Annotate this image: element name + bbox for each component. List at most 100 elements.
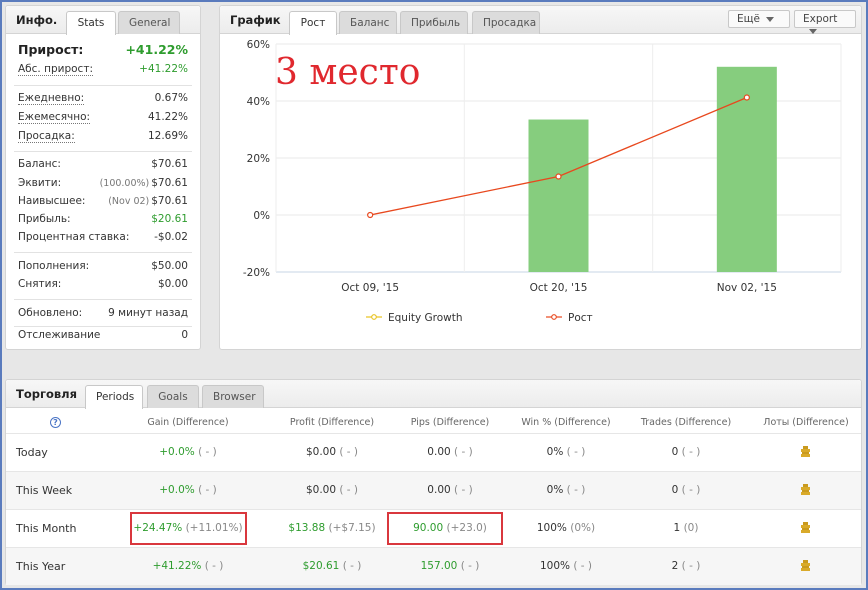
tab-growth[interactable]: Рост [289, 11, 337, 35]
cell-profit-diff: ( - ) [339, 484, 359, 496]
cell-trades: 1 (0) [626, 522, 746, 534]
cell-win-diff: ( - ) [566, 446, 586, 458]
cell-pips-value: 0.00 [427, 446, 451, 458]
stat-withdrawals: Снятия: $0.00 [18, 278, 188, 294]
lots-icon[interactable] [801, 560, 810, 571]
cell-trades-diff: ( - ) [681, 484, 701, 496]
stat-abs-gain: Абс. прирост: +41.22% [18, 63, 188, 79]
tab-browser[interactable]: Browser [202, 385, 264, 408]
tab-profit[interactable]: Прибыль [400, 11, 468, 34]
cell-pips-diff: ( - ) [454, 484, 473, 496]
cell-win: 0% ( - ) [506, 484, 626, 496]
export-dropdown[interactable]: Export [794, 10, 856, 34]
divider [14, 326, 192, 327]
stat-gain-label: Прирост: [18, 42, 84, 57]
stat-deposits: Пополнения: $50.00 [18, 260, 188, 276]
stat-interest: Процентная ставка: -$0.02 [18, 231, 188, 247]
tab-goals[interactable]: Goals [147, 385, 199, 408]
cell-profit-diff: (+$7.15) [328, 522, 376, 534]
stat-profit-value: $20.61 [151, 213, 188, 225]
cell-profit-diff: ( - ) [339, 446, 359, 458]
col-trades: Trades (Difference) [640, 417, 732, 428]
stat-profit-label: Прибыль: [18, 213, 71, 225]
stat-drawdown: Просадка: 12.69% [18, 130, 188, 146]
cell-trades-value: 0 [671, 484, 679, 496]
growth-point [743, 94, 750, 101]
export-label: Export [803, 13, 838, 25]
cell-trades-diff: ( - ) [681, 446, 701, 458]
growth-point [367, 211, 374, 219]
stat-equity-value: $70.61 [151, 177, 188, 189]
stat-monthly: Ежемесячно: 41.22% [18, 111, 188, 127]
growth-point [555, 173, 562, 180]
cell-gain: +0.0% ( - ) [128, 446, 248, 458]
tab-periods[interactable]: Periods [85, 385, 143, 409]
cell-profit-value: $0.00 [305, 446, 337, 458]
cell-win-value: 0% [546, 484, 564, 496]
more-dropdown[interactable]: Ещё [728, 10, 790, 28]
cell-profit: $0.00 ( - ) [272, 446, 392, 458]
info-panel: Инфо. Stats General Прирост: +41.22% Абс… [5, 5, 201, 350]
divider [14, 252, 192, 253]
cell-profit: $20.61 ( - ) [272, 560, 392, 572]
chevron-down-icon [809, 28, 817, 34]
row-period-name: This Month [16, 522, 77, 535]
stat-withdrawals-label: Снятия: [18, 278, 62, 290]
stat-updated-label: Обновлено: [18, 307, 83, 319]
y-tick-label: -20% [243, 267, 270, 279]
stat-deposits-label: Пополнения: [18, 260, 90, 272]
col-gain: Gain (Difference) [147, 417, 229, 428]
stat-interest-value: -$0.02 [154, 231, 188, 243]
stat-interest-label: Процентная ставка: [18, 231, 130, 243]
trading-panel-header: Торговля Periods Goals Browser [6, 380, 861, 409]
x-tick-label: Oct 09, '15 [341, 282, 399, 294]
stat-profit: Прибыль: $20.61 [18, 213, 188, 229]
x-tick-label: Nov 02, '15 [717, 282, 777, 294]
cell-profit-value: $20.61 [302, 560, 340, 572]
stat-monthly-value: 41.22% [147, 111, 188, 123]
stat-updated-value: 9 минут назад [108, 307, 188, 319]
cell-gain-diff: ( - ) [198, 446, 217, 458]
stat-updated: Обновлено: 9 минут назад [18, 307, 188, 323]
trading-panel: Торговля Periods Goals Browser ? Gain (D… [5, 379, 862, 585]
highlight-pips-month [387, 512, 503, 545]
cell-win-diff: ( - ) [566, 484, 586, 496]
lots-icon[interactable] [801, 484, 810, 495]
cell-trades-value: 2 [671, 560, 679, 572]
lots-icon[interactable] [801, 446, 810, 457]
stat-drawdown-label[interactable]: Просадка: [18, 130, 75, 143]
stat-daily-label[interactable]: Ежедневно: [18, 92, 85, 105]
cell-win: 0% ( - ) [506, 446, 626, 458]
cell-trades-diff: (0) [683, 522, 699, 534]
help-icon[interactable]: ? [50, 417, 61, 428]
row-period-name: Today [16, 446, 48, 459]
cell-win-value: 0% [546, 446, 564, 458]
cell-profit-value: $13.88 [288, 522, 326, 534]
legend-label: Equity Growth [388, 312, 463, 324]
stat-monthly-label[interactable]: Ежемесячно: [18, 111, 91, 124]
tab-stats[interactable]: Stats [66, 11, 116, 35]
lots-icon[interactable] [801, 522, 810, 533]
stat-balance-label: Баланс: [18, 158, 61, 170]
cell-profit: $0.00 ( - ) [272, 484, 392, 496]
cell-trades-value: 0 [671, 446, 679, 458]
cell-win: 100% (0%) [506, 522, 626, 534]
cell-profit-value: $0.00 [305, 484, 337, 496]
chevron-down-icon [765, 16, 774, 22]
legend-marker [371, 314, 377, 320]
stat-tracking-label: Отслеживание [18, 329, 101, 341]
tab-balance[interactable]: Баланс [339, 11, 397, 34]
stat-highest: Наивысшее: (Nov 02) $70.61 [18, 195, 188, 211]
tab-general[interactable]: General [118, 11, 180, 34]
tab-drawdown[interactable]: Просадка [472, 11, 540, 34]
legend-marker [551, 314, 557, 320]
divider [14, 151, 192, 152]
cell-trades: 0 ( - ) [626, 446, 746, 458]
stat-abs-gain-label[interactable]: Абс. прирост: [18, 63, 93, 76]
col-win: Win % (Difference) [521, 417, 611, 428]
cell-gain-value: +0.0% [159, 446, 195, 458]
cell-win-diff: (0%) [570, 522, 596, 534]
rank-overlay-text: 3 место [275, 52, 421, 93]
stat-deposits-value: $50.00 [151, 260, 188, 272]
cell-win-value: 100% [536, 522, 567, 534]
